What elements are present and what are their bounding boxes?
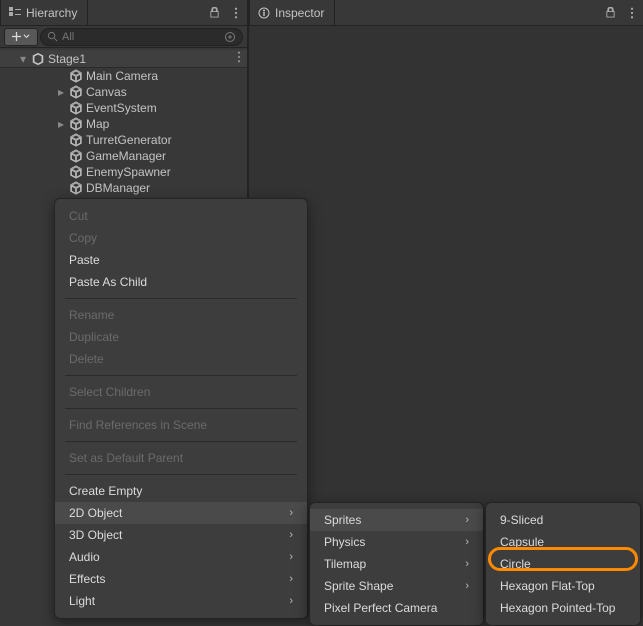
- foldout-icon[interactable]: ▸: [56, 85, 66, 99]
- lock-icon[interactable]: [203, 0, 225, 25]
- hierarchy-item-label: EventSystem: [86, 101, 157, 115]
- chevron-down-icon: [23, 33, 30, 40]
- scene-row[interactable]: ▾ Stage1: [0, 50, 247, 68]
- create-dropdown-button[interactable]: [4, 28, 38, 46]
- gameobject-icon: [69, 149, 83, 163]
- unity-logo-icon: [31, 52, 45, 66]
- hierarchy-item-label: Canvas: [86, 85, 127, 99]
- submenu-2d-object: Sprites› Physics› Tilemap› Sprite Shape›…: [309, 502, 484, 626]
- hierarchy-tab-label: Hierarchy: [26, 6, 77, 20]
- search-input[interactable]: [62, 31, 220, 43]
- ctx-light[interactable]: Light›: [55, 590, 307, 612]
- hierarchy-icon: [9, 7, 21, 19]
- ctx-cut: Cut: [55, 205, 307, 227]
- plus-icon: [12, 32, 21, 41]
- ctx-3d-object[interactable]: 3D Object›: [55, 524, 307, 546]
- chevron-right-icon: ›: [465, 580, 469, 592]
- hierarchy-item-label: EnemySpawner: [86, 165, 171, 179]
- hierarchy-item-label: GameManager: [86, 149, 166, 163]
- chevron-right-icon: ›: [465, 514, 469, 526]
- inspector-tab[interactable]: Inspector: [249, 0, 335, 25]
- foldout-icon[interactable]: ▸: [56, 117, 66, 131]
- search-input-wrapper[interactable]: [40, 28, 243, 46]
- gameobject-icon: [69, 117, 83, 131]
- hierarchy-item-label: TurretGenerator: [86, 133, 172, 147]
- context-menu: Cut Copy Paste Paste As Child Rename Dup…: [54, 198, 308, 619]
- hierarchy-item[interactable]: TurretGenerator: [0, 132, 247, 148]
- hierarchy-item[interactable]: ▸ Map: [0, 116, 247, 132]
- separator: [65, 375, 297, 376]
- ctx-create-empty[interactable]: Create Empty: [55, 480, 307, 502]
- hierarchy-item[interactable]: EnemySpawner: [0, 164, 247, 180]
- ctx-duplicate: Duplicate: [55, 326, 307, 348]
- chevron-right-icon: ›: [289, 573, 293, 585]
- sub-pixel-perfect-camera[interactable]: Pixel Perfect Camera: [310, 597, 483, 619]
- scene-name: Stage1: [48, 52, 86, 66]
- scene-kebab-icon[interactable]: [235, 51, 243, 66]
- ctx-effects[interactable]: Effects›: [55, 568, 307, 590]
- search-filter-icon[interactable]: [224, 31, 236, 43]
- hierarchy-toolbar: [0, 26, 247, 48]
- ctx-2d-object[interactable]: 2D Object›: [55, 502, 307, 524]
- sprite-hexagon-pointed-top[interactable]: Hexagon Pointed-Top: [486, 597, 640, 619]
- sub-sprites[interactable]: Sprites›: [310, 509, 483, 531]
- chevron-right-icon: ›: [465, 536, 469, 548]
- hierarchy-item[interactable]: DBManager: [0, 180, 247, 196]
- hierarchy-item[interactable]: Main Camera: [0, 68, 247, 84]
- chevron-right-icon: ›: [465, 558, 469, 570]
- gameobject-icon: [69, 101, 83, 115]
- submenu-sprites: 9-Sliced Capsule Circle Hexagon Flat-Top…: [485, 502, 641, 626]
- ctx-audio[interactable]: Audio›: [55, 546, 307, 568]
- hierarchy-item[interactable]: GameManager: [0, 148, 247, 164]
- kebab-menu-icon[interactable]: [621, 0, 643, 25]
- chevron-right-icon: ›: [289, 551, 293, 563]
- ctx-copy: Copy: [55, 227, 307, 249]
- ctx-paste[interactable]: Paste: [55, 249, 307, 271]
- chevron-right-icon: ›: [289, 507, 293, 519]
- gameobject-icon: [69, 69, 83, 83]
- sub-sprite-shape[interactable]: Sprite Shape›: [310, 575, 483, 597]
- separator: [65, 441, 297, 442]
- hierarchy-item[interactable]: EventSystem: [0, 100, 247, 116]
- chevron-right-icon: ›: [289, 529, 293, 541]
- info-icon: [258, 7, 270, 19]
- gameobject-icon: [69, 133, 83, 147]
- hierarchy-header: Hierarchy: [0, 0, 247, 26]
- gameobject-icon: [69, 181, 83, 195]
- ctx-find-references: Find References in Scene: [55, 414, 307, 436]
- gameobject-icon: [69, 85, 83, 99]
- separator: [65, 474, 297, 475]
- hierarchy-item-label: DBManager: [86, 181, 150, 195]
- foldout-icon[interactable]: ▾: [18, 52, 28, 66]
- inspector-tab-label: Inspector: [275, 6, 324, 20]
- hierarchy-item-label: Map: [86, 117, 109, 131]
- ctx-paste-as-child[interactable]: Paste As Child: [55, 271, 307, 293]
- sprite-circle[interactable]: Circle: [486, 553, 640, 575]
- chevron-right-icon: ›: [289, 595, 293, 607]
- lock-icon[interactable]: [599, 0, 621, 25]
- sprite-capsule[interactable]: Capsule: [486, 531, 640, 553]
- sub-tilemap[interactable]: Tilemap›: [310, 553, 483, 575]
- hierarchy-item-label: Main Camera: [86, 69, 158, 83]
- gameobject-icon: [69, 165, 83, 179]
- inspector-header: Inspector: [249, 0, 643, 26]
- ctx-rename: Rename: [55, 304, 307, 326]
- ctx-select-children: Select Children: [55, 381, 307, 403]
- separator: [65, 298, 297, 299]
- kebab-menu-icon[interactable]: [225, 0, 247, 25]
- sprite-9-sliced[interactable]: 9-Sliced: [486, 509, 640, 531]
- sub-physics[interactable]: Physics›: [310, 531, 483, 553]
- search-icon: [47, 31, 58, 42]
- hierarchy-item[interactable]: ▸ Canvas: [0, 84, 247, 100]
- ctx-set-default-parent: Set as Default Parent: [55, 447, 307, 469]
- separator: [65, 408, 297, 409]
- hierarchy-tab[interactable]: Hierarchy: [0, 0, 88, 25]
- sprite-hexagon-flat-top[interactable]: Hexagon Flat-Top: [486, 575, 640, 597]
- ctx-delete: Delete: [55, 348, 307, 370]
